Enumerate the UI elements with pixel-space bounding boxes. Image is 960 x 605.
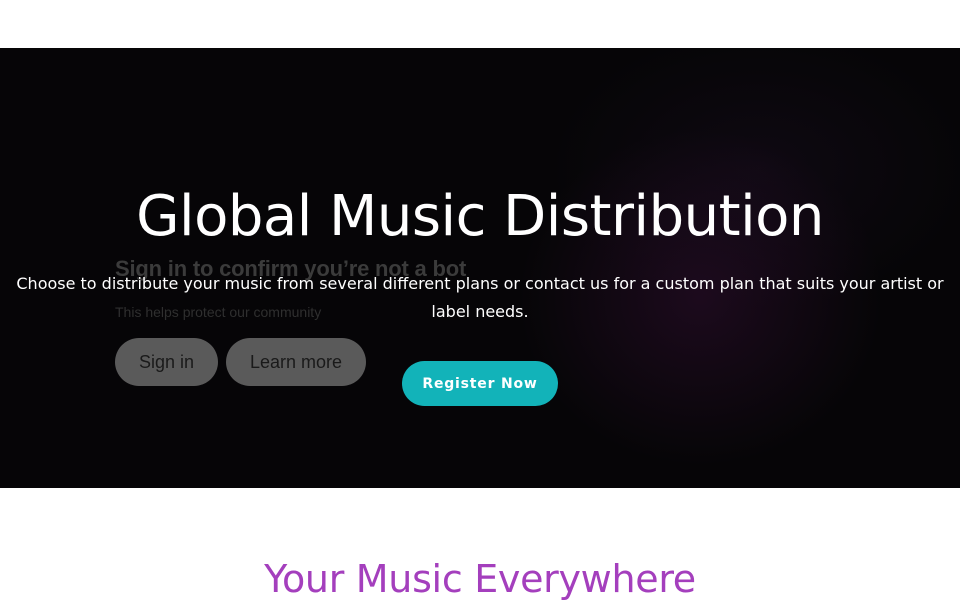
top-header-bar: [0, 0, 960, 48]
video-learn-more-button[interactable]: Learn more: [226, 338, 366, 386]
section-title: Your Music Everywhere: [264, 557, 696, 601]
video-sign-in-button[interactable]: Sign in: [115, 338, 218, 386]
register-now-button[interactable]: Register Now: [402, 361, 558, 406]
hero-section: Sign in to confirm you’re not a bot This…: [0, 48, 960, 488]
hero-title: Global Music Distribution: [136, 184, 824, 249]
hero-description: Choose to distribute your music from sev…: [16, 274, 944, 321]
